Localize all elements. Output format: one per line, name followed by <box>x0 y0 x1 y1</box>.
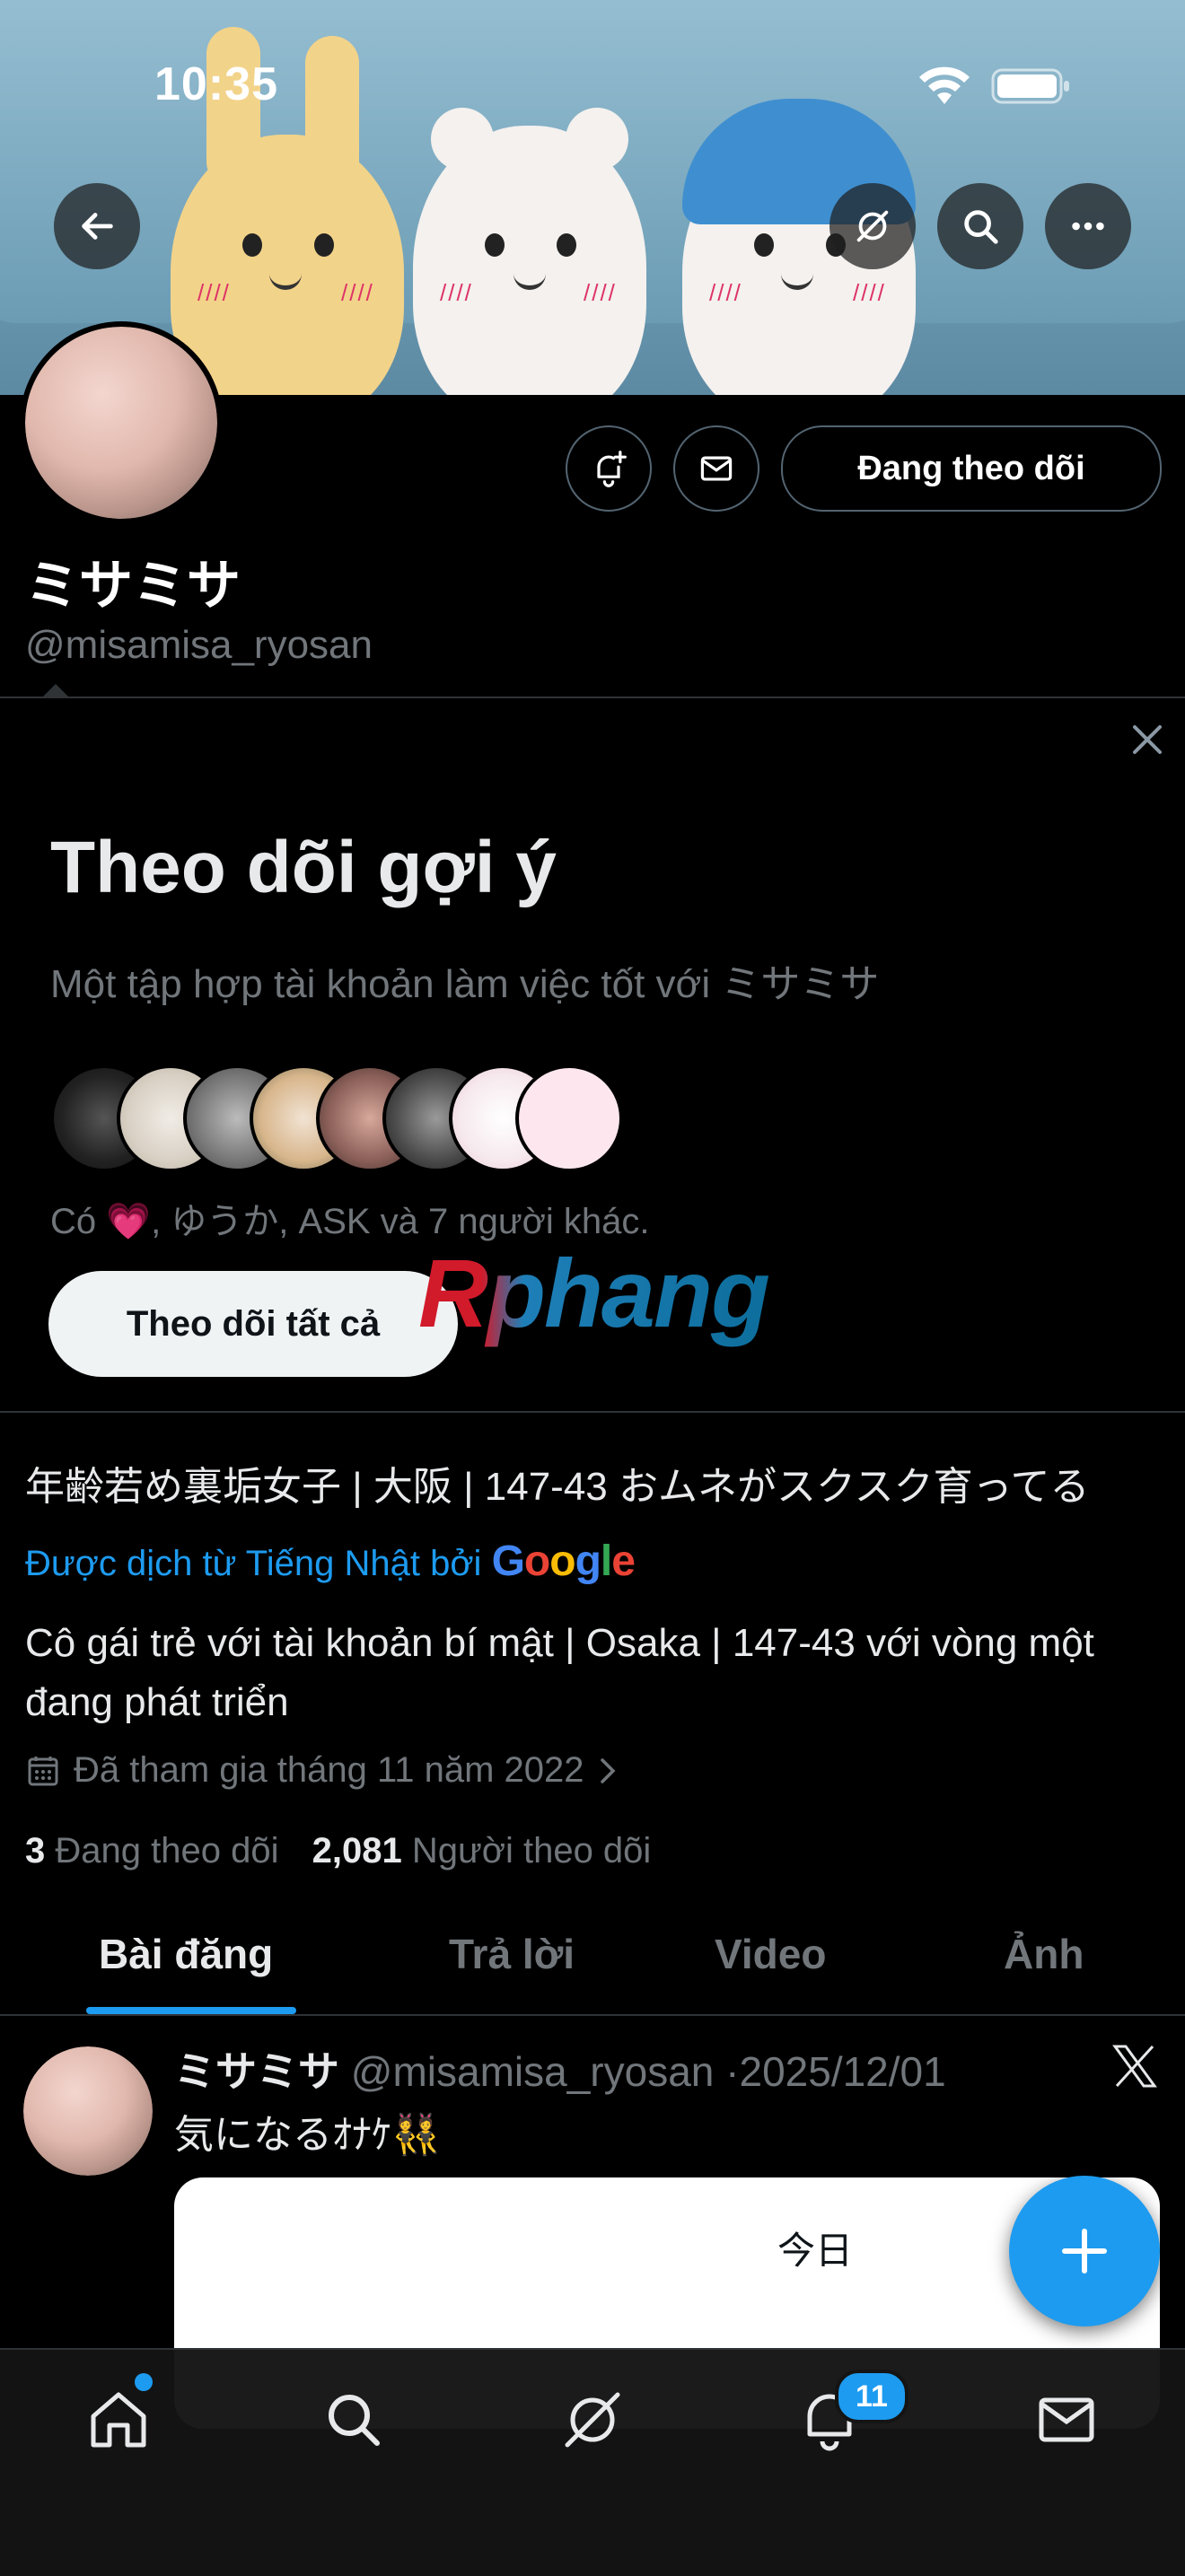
tab-replies[interactable]: Trả lời <box>449 1930 575 1978</box>
post-header: ミサミサ @misamisa_ryosan ·2025/12/01 <box>174 2048 946 2095</box>
grok-icon <box>856 210 889 242</box>
follow-all-button[interactable]: Theo dõi tất cả <box>48 1271 458 1377</box>
message-button[interactable] <box>673 425 759 512</box>
bell-plus-icon <box>597 451 627 487</box>
following-button[interactable]: Đang theo dõi <box>781 425 1162 512</box>
divider <box>0 2014 1185 2016</box>
chevron-right-icon <box>600 1757 616 1783</box>
more-button[interactable] <box>1045 183 1131 269</box>
suggestion-subtitle: Một tập hợp tài khoản làm việc tốt với ミ… <box>50 962 880 1006</box>
display-name: ミサミサ <box>25 556 241 616</box>
bottom-navigation <box>0 2348 1185 2576</box>
divider <box>0 1411 1185 1413</box>
search-button[interactable] <box>937 183 1023 269</box>
follow-stats: 3 Đang theo dõi 2,081 Người theo dõi <box>25 1831 651 1871</box>
compose-button[interactable] <box>1009 2176 1160 2326</box>
envelope-icon <box>700 456 733 481</box>
notify-button[interactable] <box>566 425 652 512</box>
messages-icon <box>1039 2397 1094 2442</box>
profile-handle: @misamisa_ryosan <box>25 623 373 667</box>
grok-button[interactable] <box>830 183 916 269</box>
suggested-avatar[interactable] <box>515 1065 623 1172</box>
followers-stat[interactable]: 2,081 Người theo dõi <box>312 1831 652 1871</box>
nav-messages[interactable] <box>1031 2384 1102 2456</box>
watermark: Rphang <box>418 1239 770 1347</box>
translation-link[interactable]: Được dịch từ Tiếng Nhật bởi Google <box>25 1537 636 1586</box>
join-date[interactable]: Đã tham gia tháng 11 năm 2022 <box>25 1750 619 1791</box>
grok-icon <box>565 2392 620 2448</box>
google-logo: Google <box>491 1538 636 1585</box>
home-icon <box>91 2392 146 2448</box>
caret-pointer <box>41 684 70 698</box>
nav-home[interactable] <box>83 2384 154 2456</box>
home-unread-dot <box>135 2373 153 2391</box>
active-tab-indicator <box>86 2007 296 2014</box>
wifi-icon <box>916 63 973 108</box>
search-icon <box>329 2395 380 2446</box>
search-icon <box>964 210 998 244</box>
following-stat[interactable]: 3 Đang theo dõi <box>25 1831 278 1871</box>
heart-emoji: 💗 <box>106 1202 152 1241</box>
nav-grok[interactable] <box>557 2384 628 2456</box>
suggestion-title: Theo dõi gợi ý <box>50 827 557 908</box>
divider <box>0 697 1185 698</box>
post-text: 気になるｵﾅｹ👯 <box>174 2113 441 2157</box>
nav-search[interactable] <box>318 2384 390 2456</box>
x-logo-icon <box>1110 2041 1160 2091</box>
tab-photos[interactable]: Ảnh <box>1004 1930 1084 1978</box>
status-time: 10:35 <box>154 58 278 110</box>
close-icon <box>1133 725 1162 754</box>
notification-badge: 11 <box>835 2370 908 2423</box>
post-avatar[interactable] <box>23 2046 153 2176</box>
battery-icon <box>991 66 1072 106</box>
translated-bio: Cô gái trẻ với tài khoản bí mật | Osaka … <box>25 1621 1094 1724</box>
profile-avatar[interactable] <box>20 321 223 524</box>
tab-posts[interactable]: Bài đăng <box>99 1930 273 1978</box>
back-button[interactable] <box>54 183 140 269</box>
post-card-label: 今日 <box>777 2230 854 2272</box>
calendar-icon <box>28 1756 58 1785</box>
plus-icon <box>1062 2229 1107 2274</box>
profile-bio: 年齢若め裏垢女子 | 大阪 | 147-43 おムネがスクスク育ってる <box>25 1465 1090 1509</box>
more-icon <box>1072 222 1104 231</box>
close-suggestions-button[interactable] <box>1126 718 1169 761</box>
tab-video[interactable]: Video <box>715 1930 826 1978</box>
arrow-left-icon <box>82 213 113 240</box>
